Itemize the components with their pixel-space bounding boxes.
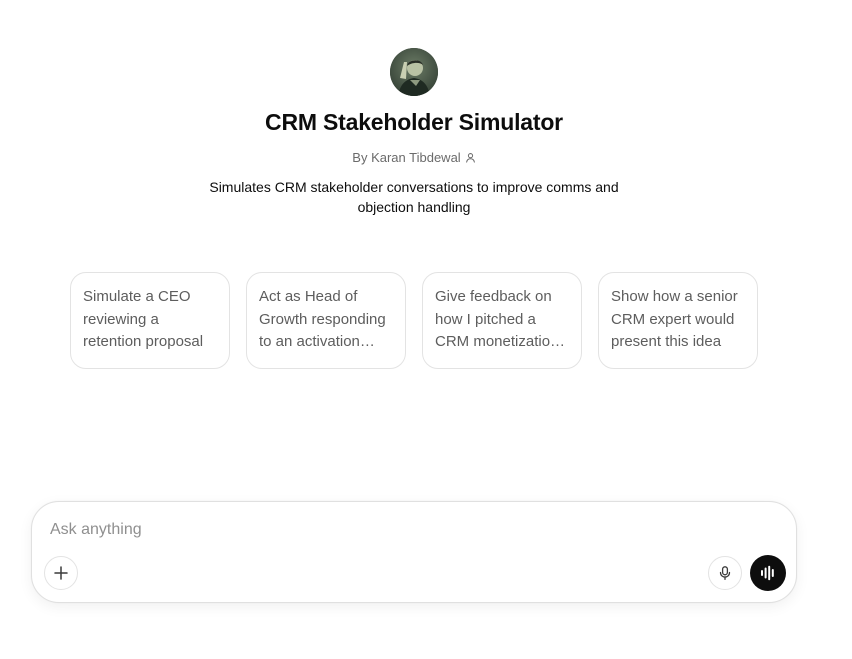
person-icon — [465, 151, 476, 166]
author-name: By Karan Tibdewal — [352, 150, 461, 165]
microphone-icon — [719, 566, 731, 581]
starter-card[interactable]: Show how a senior CRM expert would prese… — [598, 272, 758, 369]
starter-text: Act as Head of Growth responding to an a… — [259, 288, 386, 350]
plus-icon — [54, 566, 68, 580]
starter-card[interactable]: Act as Head of Growth responding to an a… — [246, 272, 406, 369]
portrait-avatar-icon — [390, 48, 438, 96]
gpt-description: Simulates CRM stakeholder conversations … — [209, 179, 619, 215]
gpt-landing-page: CRM Stakeholder Simulator By Karan Tibde… — [0, 0, 852, 659]
composer — [31, 501, 797, 603]
starter-text: Give feedback on how I pitched a CRM mon… — [435, 288, 559, 350]
starter-text: Show how a senior CRM expert would prese… — [611, 288, 738, 350]
gpt-avatar — [390, 48, 438, 96]
dictate-button[interactable] — [708, 556, 742, 590]
starter-text: Simulate a CEO reviewing a retention pro… — [83, 288, 204, 350]
starter-card[interactable]: Simulate a CEO reviewing a retention pro… — [70, 272, 230, 369]
voice-waveform-icon — [761, 565, 774, 581]
add-attachment-button[interactable] — [44, 556, 78, 590]
gpt-author[interactable]: By Karan Tibdewal — [0, 150, 828, 166]
gpt-title: CRM Stakeholder Simulator — [265, 109, 563, 135]
starter-card[interactable]: Give feedback on how I pitched a CRM mon… — [422, 272, 582, 369]
prompt-input[interactable] — [50, 518, 750, 542]
conversation-starters: Simulate a CEO reviewing a retention pro… — [70, 272, 758, 369]
voice-mode-button[interactable] — [750, 555, 786, 591]
